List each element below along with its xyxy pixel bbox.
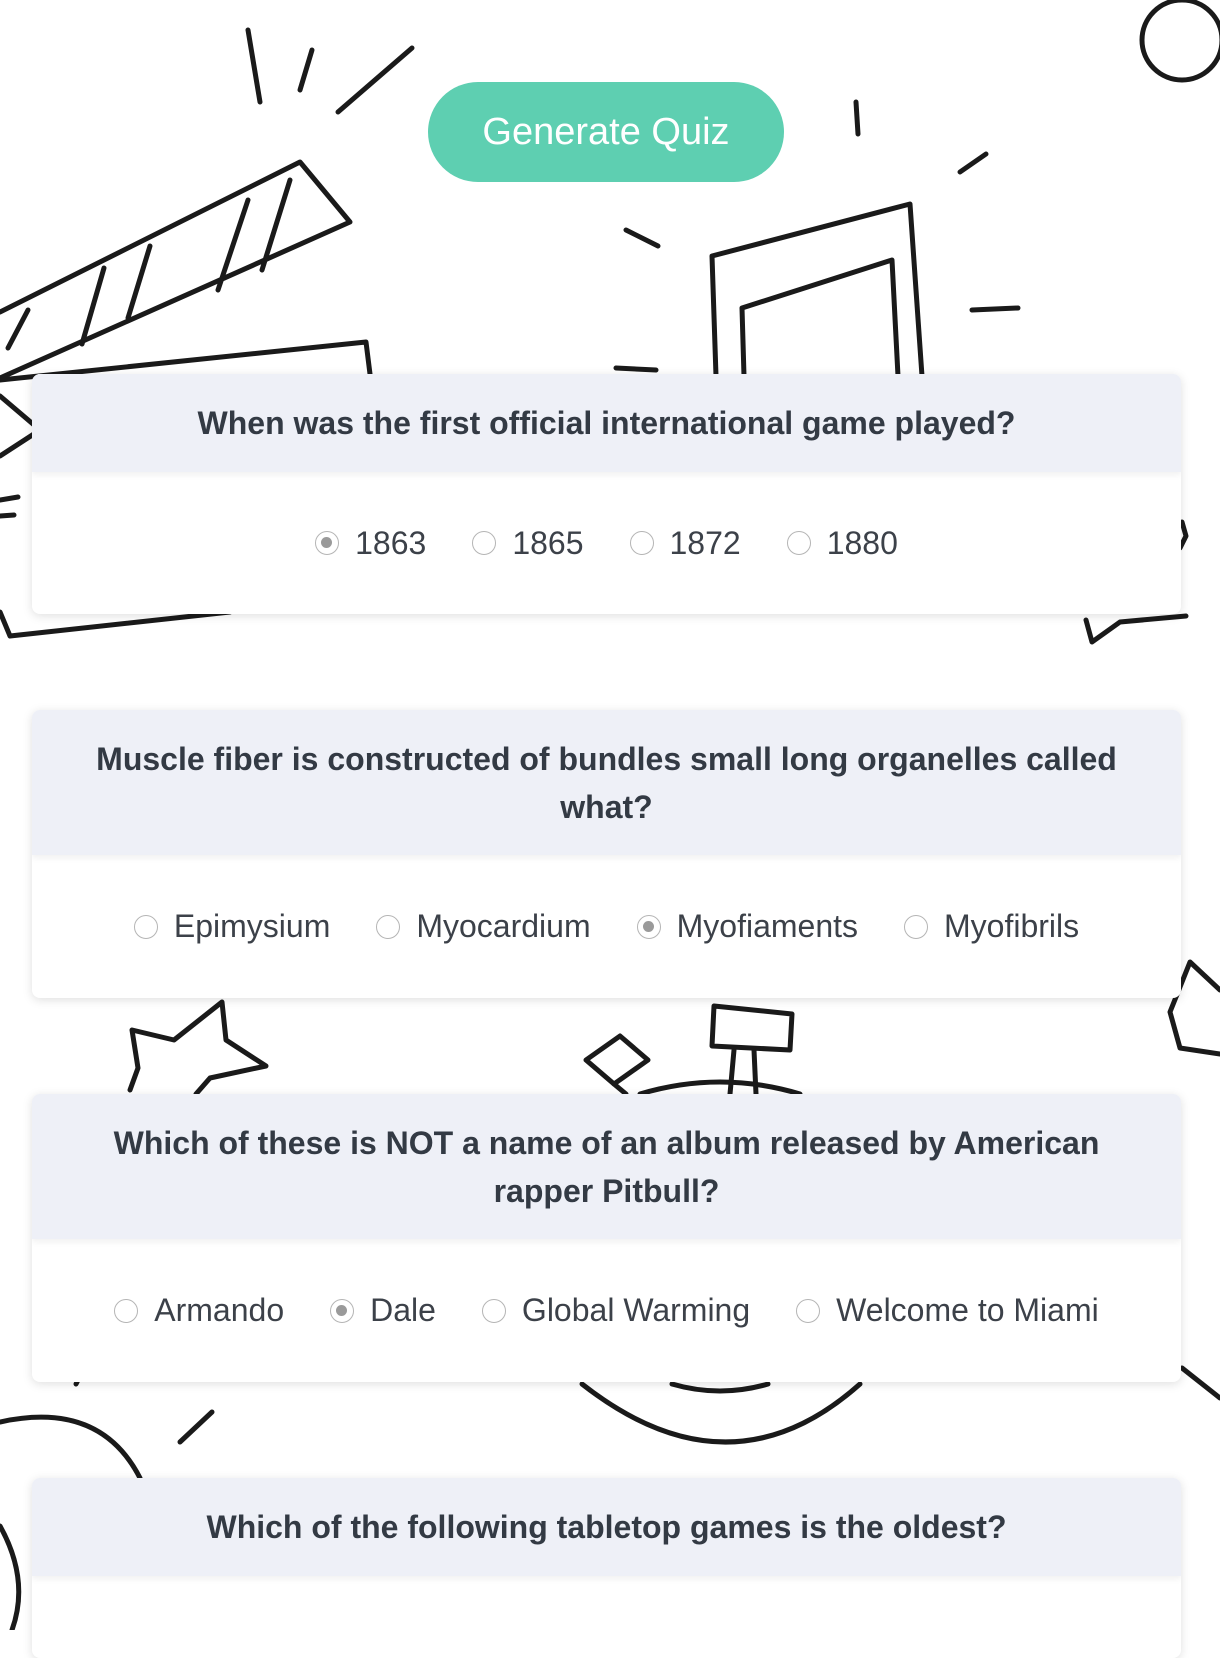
question-text: Muscle fiber is constructed of bundles s… xyxy=(32,710,1181,855)
answer-options: Armando Dale Global Warming Welcome to M… xyxy=(32,1239,1181,1382)
question-card: Which of these is NOT a name of an album… xyxy=(32,1094,1181,1382)
radio-button[interactable] xyxy=(786,531,811,555)
option-label: Dale xyxy=(370,1292,436,1328)
radio-button[interactable] xyxy=(376,914,401,939)
answer-option[interactable]: Epimysium xyxy=(133,908,331,945)
doodle-dash xyxy=(853,99,861,137)
doodle-dash xyxy=(613,365,659,373)
answer-option[interactable]: Myofiaments xyxy=(636,908,858,945)
doodle-dash xyxy=(177,1409,215,1445)
doodle-squiggle xyxy=(0,1523,22,1630)
radio-button[interactable] xyxy=(133,914,158,939)
question-text: Which of these is NOT a name of an album… xyxy=(32,1094,1181,1239)
option-label: Welcome to Miami xyxy=(836,1292,1099,1328)
answer-option[interactable]: Welcome to Miami xyxy=(796,1292,1099,1329)
option-label: 1863 xyxy=(355,524,427,561)
answer-option[interactable]: 1863 xyxy=(315,525,426,562)
radio-button[interactable] xyxy=(114,1298,139,1323)
option-label: Myofibrils xyxy=(944,908,1080,944)
radio-selected[interactable] xyxy=(636,914,661,939)
answer-options: Epimysium Myocardium Myofiaments Myofibr… xyxy=(32,855,1181,998)
radio-button[interactable] xyxy=(904,914,928,939)
answer-option[interactable]: Armando xyxy=(114,1292,284,1329)
radio-button[interactable] xyxy=(472,531,497,555)
doodle-dash xyxy=(957,151,989,175)
doodle-dash xyxy=(969,305,1021,313)
doodle-arc xyxy=(669,1381,771,1394)
answer-option[interactable]: Myocardium xyxy=(376,908,591,945)
question-card: Muscle fiber is constructed of bundles s… xyxy=(32,710,1181,998)
star-doodle xyxy=(127,999,269,1097)
doodle-burst-line xyxy=(245,27,263,105)
radio-button[interactable] xyxy=(629,531,654,555)
doodle-dash xyxy=(1179,1365,1220,1401)
question-text: Which of the following tabletop games is… xyxy=(32,1478,1181,1576)
answer-option[interactable]: 1880 xyxy=(786,524,898,562)
option-label: Global Warming xyxy=(521,1292,751,1328)
answer-option[interactable]: Myofibrils xyxy=(904,908,1079,945)
option-label: 1865 xyxy=(512,524,584,561)
answer-option[interactable]: Global Warming xyxy=(481,1292,751,1329)
option-label: Armando xyxy=(154,1292,285,1328)
radio-button[interactable] xyxy=(796,1298,821,1323)
doodle-squiggle xyxy=(1083,613,1189,645)
radio-selected[interactable] xyxy=(330,1298,355,1323)
doodle-burst-line xyxy=(297,47,315,93)
doodle-burst-line xyxy=(335,45,415,115)
doodle-arc xyxy=(0,1414,143,1481)
doodle-circle xyxy=(1139,0,1220,83)
question-text: When was the first official internationa… xyxy=(32,374,1181,472)
question-card: Which of the following tabletop games is… xyxy=(32,1478,1181,1658)
radio-button[interactable] xyxy=(481,1298,506,1323)
robot-doodle xyxy=(583,1003,803,1097)
option-label: Myofiaments xyxy=(676,908,858,944)
phone-doodle xyxy=(709,201,925,379)
generate-quiz-button[interactable]: Generate Quiz xyxy=(428,82,784,182)
doodle-dash xyxy=(623,227,661,249)
answer-options: 1863 1865 1872 1880 xyxy=(32,472,1181,614)
answer-option[interactable]: Dale xyxy=(330,1292,436,1329)
option-label: Myocardium xyxy=(416,908,591,944)
question-card: When was the first official internationa… xyxy=(32,374,1181,614)
radio-selected[interactable] xyxy=(315,531,340,555)
answer-option[interactable]: 1872 xyxy=(629,524,741,562)
option-label: 1872 xyxy=(669,524,741,561)
option-label: Epimysium xyxy=(173,908,331,944)
answer-option[interactable]: 1865 xyxy=(472,524,584,562)
option-label: 1880 xyxy=(826,524,898,561)
